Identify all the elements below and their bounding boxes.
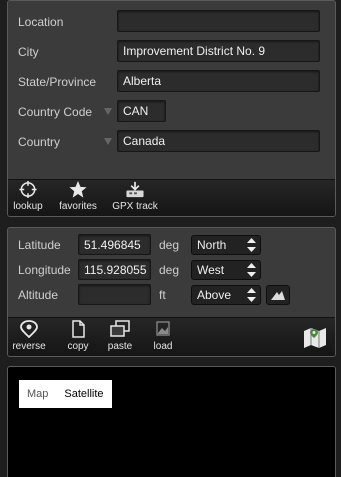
country-dropdown-icon[interactable] [104,138,112,145]
map-view-button[interactable] [300,318,330,356]
paste-button[interactable]: paste [102,318,138,356]
gpx-track-button[interactable]: GPX track [110,180,160,216]
latitude-ref-value: North [197,238,227,252]
lookup-label: lookup [13,201,43,212]
altitude-input[interactable] [78,284,151,305]
select-arrows-icon [247,263,256,277]
country-code-label: Country Code [18,105,93,119]
select-arrows-icon [247,238,256,252]
lookup-button[interactable]: lookup [10,180,46,216]
location-label: Location [18,15,64,29]
copy-icon [72,320,85,338]
altitude-ref-value: Above [197,288,232,302]
location-pin-icon [20,320,38,339]
longitude-unit: deg [159,263,180,277]
favorites-button[interactable]: favorites [56,180,100,216]
altitude-terrain-button[interactable] [266,285,290,305]
copy-label: copy [67,341,89,352]
country-input[interactable]: Canada [117,130,320,152]
coordinates-panel: Latitude 51.496845 deg North Longitude 1… [7,227,336,357]
location-panel: Location City Improvement District No. 9… [7,0,336,217]
state-input[interactable]: Alberta [117,70,320,92]
latitude-row: Latitude 51.496845 deg North [8,233,335,257]
map-type-satellite[interactable]: Satellite [56,388,111,400]
paste-icon [110,320,130,337]
load-image-icon [156,321,170,336]
map-type-control: Map Satellite [19,380,112,408]
state-row: State/Province Alberta [8,70,335,94]
latitude-input[interactable]: 51.496845 [78,234,151,255]
longitude-row: Longitude 115.928055 deg West [8,258,335,282]
latitude-label: Latitude [18,238,61,252]
location-input[interactable] [117,10,320,32]
paste-label: paste [107,341,133,352]
altitude-unit: ft [159,288,166,302]
longitude-ref-select[interactable]: West [191,260,261,280]
location-toolbar: lookup favorites GPX track [8,179,335,216]
reverse-label: reverse [12,341,46,352]
altitude-label: Altitude [18,288,59,302]
latitude-ref-select[interactable]: North [191,235,261,255]
country-code-row: Country Code CAN [8,100,335,124]
longitude-input[interactable]: 115.928055 [78,259,151,280]
altitude-ref-select[interactable]: Above [191,285,261,305]
copy-button[interactable]: copy [60,318,96,356]
city-input[interactable]: Improvement District No. 9 [117,40,320,62]
mountain-icon [271,291,285,300]
country-code-dropdown-icon[interactable] [104,108,112,115]
coordinates-toolbar: reverse copy paste load [8,317,335,356]
reverse-button[interactable]: reverse [10,318,48,356]
map-type-map[interactable]: Map [19,388,56,400]
country-label: Country [18,135,61,149]
location-row: Location [8,10,335,34]
favorites-label: favorites [59,201,97,212]
city-label: City [18,45,39,59]
gpx-track-icon [126,181,144,198]
map-icon [304,327,326,348]
gpx-track-label: GPX track [112,201,158,212]
city-row: City Improvement District No. 9 [8,40,335,64]
country-code-input[interactable]: CAN [117,100,166,122]
country-row: Country Canada [8,130,335,154]
load-label: load [153,341,173,352]
map-panel[interactable]: Map Satellite [7,366,336,477]
altitude-row: Altitude ft Above [8,283,335,307]
select-arrows-icon [247,288,256,302]
longitude-label: Longitude [18,263,71,277]
star-icon [69,180,87,198]
state-label: State/Province [18,75,97,89]
crosshair-icon [19,180,37,199]
latitude-unit: deg [159,238,180,252]
load-button[interactable]: load [146,318,180,356]
longitude-ref-value: West [197,263,225,277]
